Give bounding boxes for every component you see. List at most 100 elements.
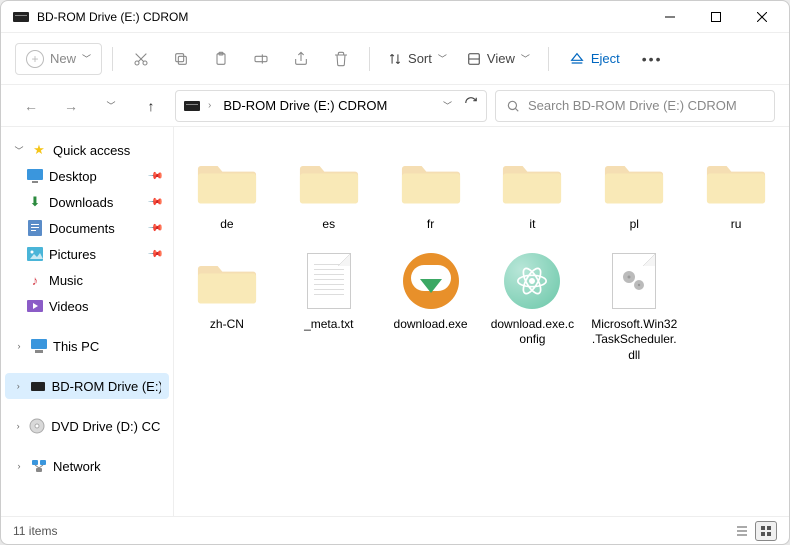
window-title: BD-ROM Drive (E:) CDROM (37, 10, 647, 24)
dll-file-icon (602, 249, 666, 313)
icons-view-button[interactable] (755, 521, 777, 541)
sidebar-label: DVD Drive (D:) CCCC (51, 419, 161, 434)
chevron-down-icon: ﹀ (438, 52, 447, 65)
address-bar[interactable]: › BD-ROM Drive (E:) CDROM ﹀ (175, 90, 487, 122)
sidebar-label: Videos (49, 299, 89, 314)
separator (369, 47, 370, 71)
config-exe-icon (500, 249, 564, 313)
sidebar-network[interactable]: › Network (5, 453, 169, 479)
sidebar-pictures[interactable]: Pictures 📌 (5, 241, 169, 267)
eject-button[interactable]: Eject (559, 45, 630, 73)
chevron-down-icon: ﹀ (82, 52, 91, 65)
network-icon (31, 458, 47, 474)
share-button[interactable] (283, 41, 319, 77)
view-toggles (731, 521, 777, 541)
file-item[interactable]: de (178, 143, 276, 239)
eject-icon (569, 51, 585, 67)
sidebar-videos[interactable]: Videos (5, 293, 169, 319)
refresh-button[interactable] (464, 96, 478, 115)
file-item[interactable]: ru (687, 143, 785, 239)
file-list[interactable]: deesfr it plru zh-CN _meta.txt download.exe do… (174, 127, 789, 516)
expand-icon[interactable]: › (13, 461, 25, 471)
toolbar: + New ﹀ Sort ﹀ View ﹀ Eject ••• (1, 33, 789, 85)
new-button[interactable]: + New ﹀ (15, 43, 102, 75)
expand-icon[interactable]: › (13, 381, 24, 391)
close-button[interactable] (739, 1, 785, 33)
folder-icon (602, 149, 666, 213)
copy-button[interactable] (163, 41, 199, 77)
file-item[interactable]: zh-CN (178, 243, 276, 370)
sidebar-downloads[interactable]: ⬇ Downloads 📌 (5, 189, 169, 215)
file-item[interactable]: Microsoft.Win32.TaskScheduler.dll (585, 243, 683, 370)
separator (548, 47, 549, 71)
body: ﹀ ★ Quick access Desktop 📌 ⬇ Downloads 📌… (1, 127, 789, 516)
paste-button[interactable] (203, 41, 239, 77)
file-item[interactable]: it (484, 143, 582, 239)
file-item[interactable]: download.exe.config (484, 243, 582, 370)
search-icon (506, 99, 520, 113)
file-item[interactable]: pl (585, 143, 683, 239)
file-item[interactable]: download.exe (382, 243, 480, 370)
forward-button[interactable]: → (55, 90, 87, 122)
dvd-icon (29, 418, 45, 434)
sidebar-label: Documents (49, 221, 115, 236)
collapse-icon[interactable]: ﹀ (13, 144, 25, 157)
desktop-icon (27, 168, 43, 184)
up-button[interactable]: ↑ (135, 90, 167, 122)
chevron-down-icon[interactable]: ﹀ (443, 99, 452, 112)
expand-icon[interactable]: › (13, 341, 25, 351)
plus-icon: + (26, 50, 44, 68)
navbar: ← → ﹀ ↑ › BD-ROM Drive (E:) CDROM ﹀ (1, 85, 789, 127)
sidebar-documents[interactable]: Documents 📌 (5, 215, 169, 241)
downloads-icon: ⬇ (27, 194, 43, 210)
pin-icon: 📌 (146, 246, 163, 263)
music-icon: ♪ (27, 272, 43, 288)
delete-button[interactable] (323, 41, 359, 77)
folder-icon (500, 149, 564, 213)
file-name: Microsoft.Win32.TaskScheduler.dll (590, 317, 678, 364)
explorer-window: BD-ROM Drive (E:) CDROM + New ﹀ Sort ﹀ V… (0, 0, 790, 545)
expand-icon[interactable]: › (13, 421, 23, 431)
text-file-icon (297, 249, 361, 313)
search-box[interactable] (495, 90, 775, 122)
maximize-button[interactable] (693, 1, 739, 33)
search-input[interactable] (528, 98, 764, 113)
sidebar-dvd[interactable]: › DVD Drive (D:) CCCC (5, 413, 169, 439)
view-button[interactable]: View ﹀ (459, 45, 538, 72)
minimize-button[interactable] (647, 1, 693, 33)
titlebar: BD-ROM Drive (E:) CDROM (1, 1, 789, 33)
cut-button[interactable] (123, 41, 159, 77)
view-label: View (487, 51, 515, 66)
file-name: download.exe (394, 317, 468, 333)
sidebar-label: This PC (53, 339, 99, 354)
file-item[interactable]: es (280, 143, 378, 239)
back-button[interactable]: ← (15, 90, 47, 122)
sort-icon (388, 52, 402, 66)
sidebar-music[interactable]: ♪ Music (5, 267, 169, 293)
file-name: it (529, 217, 535, 233)
file-item[interactable]: _meta.txt (280, 243, 378, 370)
sidebar-desktop[interactable]: Desktop 📌 (5, 163, 169, 189)
pictures-icon (27, 246, 43, 262)
details-view-button[interactable] (731, 521, 753, 541)
new-label: New (50, 51, 76, 66)
sort-label: Sort (408, 51, 432, 66)
recent-dropdown[interactable]: ﹀ (95, 90, 127, 122)
file-item[interactable]: fr (382, 143, 480, 239)
sidebar-quick-access[interactable]: ﹀ ★ Quick access (5, 137, 169, 163)
star-icon: ★ (31, 142, 47, 158)
more-button[interactable]: ••• (634, 51, 671, 67)
sidebar-bdrom[interactable]: › BD-ROM Drive (E:) C (5, 373, 169, 399)
sidebar-label: Music (49, 273, 83, 288)
separator (112, 47, 113, 71)
pc-icon (31, 338, 47, 354)
sidebar-label: Network (53, 459, 101, 474)
rename-button[interactable] (243, 41, 279, 77)
folder-icon (195, 249, 259, 313)
folder-icon (195, 149, 259, 213)
folder-icon (297, 149, 361, 213)
sidebar-label: Quick access (53, 143, 130, 158)
sort-button[interactable]: Sort ﹀ (380, 45, 455, 72)
file-name: _meta.txt (304, 317, 353, 333)
sidebar-this-pc[interactable]: › This PC (5, 333, 169, 359)
